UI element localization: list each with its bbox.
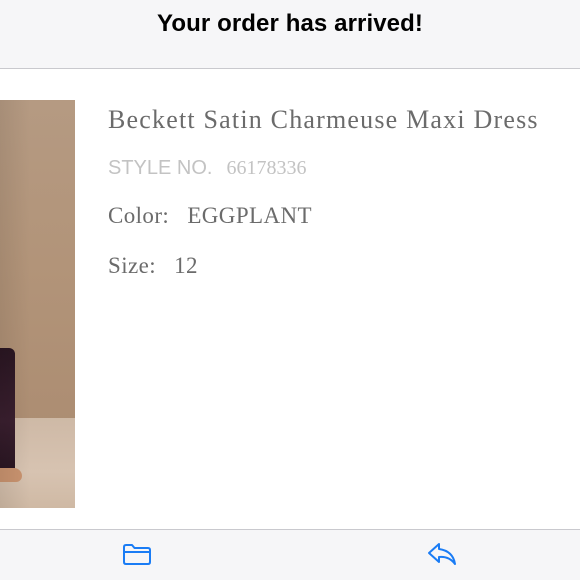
reply-button[interactable] <box>425 542 459 570</box>
email-screen: Your order has arrived! Beckett Satin Ch… <box>0 0 580 580</box>
header-bar: Your order has arrived! <box>0 0 580 69</box>
photo-shadow <box>0 100 75 508</box>
color-label: Color: <box>108 203 170 228</box>
folder-icon <box>122 542 152 571</box>
color-value: EGGPLANT <box>187 203 312 228</box>
color-row: Color: EGGPLANT <box>108 203 312 229</box>
product-name[interactable]: Beckett Satin Charmeuse Maxi Dress <box>108 105 539 135</box>
bottom-toolbar <box>0 529 580 580</box>
size-row: Size: 12 <box>108 253 198 279</box>
style-number-row: STYLE NO. 66178336 <box>108 157 306 180</box>
product-image[interactable] <box>0 100 75 508</box>
move-to-folder-button[interactable] <box>120 542 154 570</box>
size-value: 12 <box>174 253 198 278</box>
reply-icon <box>426 541 458 572</box>
style-label: STYLE NO. <box>108 157 213 179</box>
page-title: Your order has arrived! <box>157 10 423 37</box>
size-label: Size: <box>108 253 156 278</box>
style-number: 66178336 <box>226 157 307 179</box>
